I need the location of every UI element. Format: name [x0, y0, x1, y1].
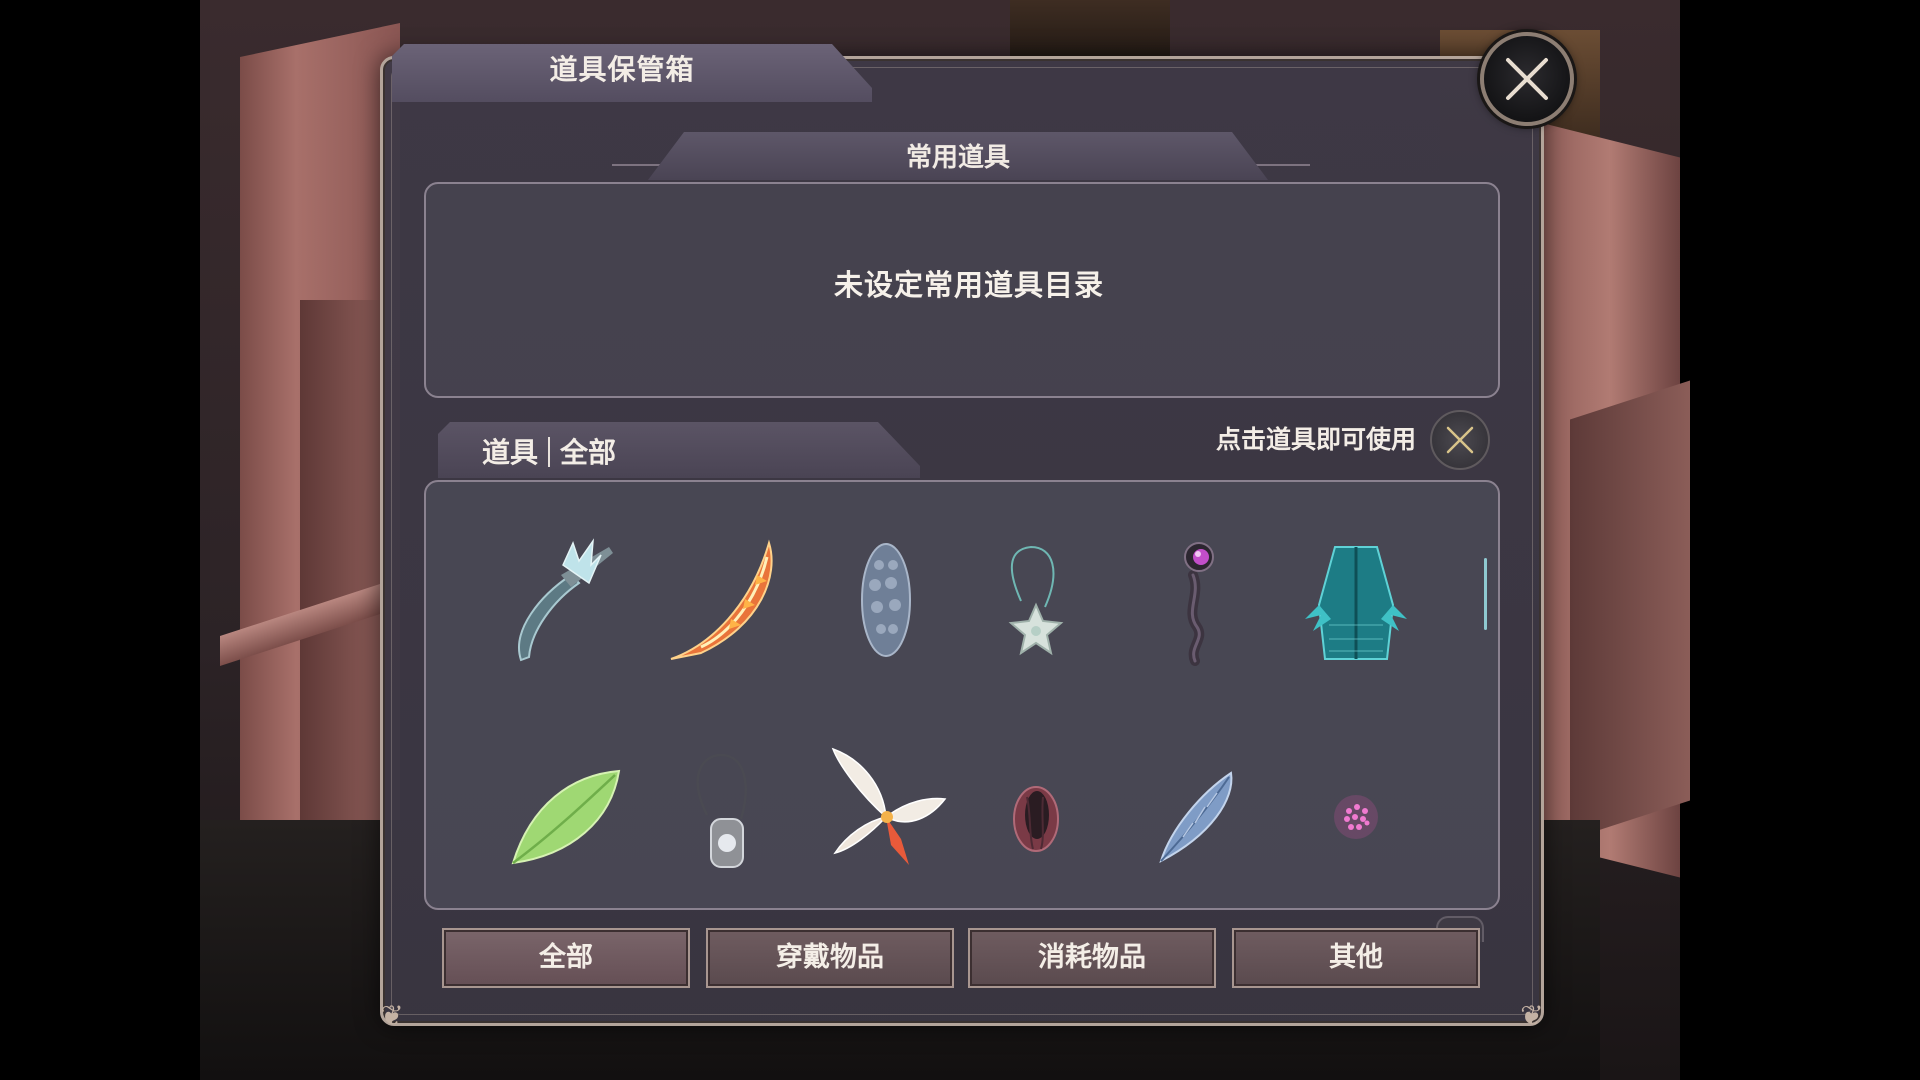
- item-slot-orb-staff[interactable]: [1126, 530, 1266, 670]
- items-scrollbar[interactable]: [1484, 558, 1487, 630]
- item-slot-flower-petal[interactable]: [816, 740, 956, 880]
- item-slot-green-leaf[interactable]: [496, 740, 636, 880]
- blue-feather-icon: [1159, 771, 1233, 863]
- quick-use-toggle[interactable]: [1430, 410, 1490, 470]
- category-consumable-button[interactable]: 消耗物品: [968, 928, 1216, 988]
- common-items-title: 常用道具: [905, 143, 1010, 173]
- item-slot-silver-amulet[interactable]: [656, 740, 796, 880]
- teal-robe-icon: [1305, 546, 1407, 660]
- category-other-button[interactable]: 其他: [1232, 928, 1480, 988]
- items-tab-label-right: 全部: [560, 436, 617, 469]
- common-items-empty-text: 未设定常用道具目录: [833, 268, 1104, 302]
- bookshelf-top: [1010, 0, 1170, 60]
- flame-blade-icon: [670, 539, 773, 660]
- scythe-icon: [518, 538, 613, 662]
- flower-petal-icon: [831, 747, 947, 865]
- use-hint-text: 点击道具即可使用: [1215, 425, 1416, 454]
- item-slot-scythe[interactable]: [496, 530, 636, 670]
- right-pillar: [1570, 380, 1690, 840]
- left-pillar: [300, 300, 380, 860]
- dark-seed-icon: [1013, 786, 1059, 852]
- items-tab-label-left: 道具: [482, 436, 539, 469]
- category-all-button[interactable]: 全部: [442, 928, 690, 988]
- item-slot-dark-seed[interactable]: [966, 740, 1106, 880]
- item-slot-blue-feather[interactable]: [1126, 740, 1266, 880]
- items-tab-label: 道具 全部: [482, 430, 616, 476]
- close-button[interactable]: [1480, 32, 1574, 126]
- close-x-icon: [1506, 58, 1548, 100]
- item-slot-star-pendant[interactable]: [966, 530, 1106, 670]
- item-slot-spiked-shell[interactable]: [816, 530, 956, 670]
- category-wearable-button[interactable]: 穿戴物品: [706, 928, 954, 988]
- separator: [548, 437, 551, 467]
- toggle-x-icon: [1446, 426, 1474, 454]
- spiked-shell-icon: [861, 543, 911, 657]
- star-pendant-icon: [1008, 545, 1064, 656]
- corner-ornament-icon: ❦: [1520, 999, 1544, 1032]
- item-slot-teal-robe[interactable]: [1286, 530, 1426, 670]
- item-slot-pink-sparkle[interactable]: [1286, 740, 1426, 880]
- silver-amulet-icon: [696, 753, 747, 868]
- green-leaf-icon: [511, 769, 621, 865]
- orb-staff-icon: [1184, 542, 1214, 666]
- pink-sparkle-icon: [1334, 795, 1378, 839]
- window-title: 道具保管箱: [549, 53, 695, 86]
- item-slot-flame-blade[interactable]: [656, 530, 796, 670]
- corner-ornament-icon: ❦: [380, 999, 404, 1032]
